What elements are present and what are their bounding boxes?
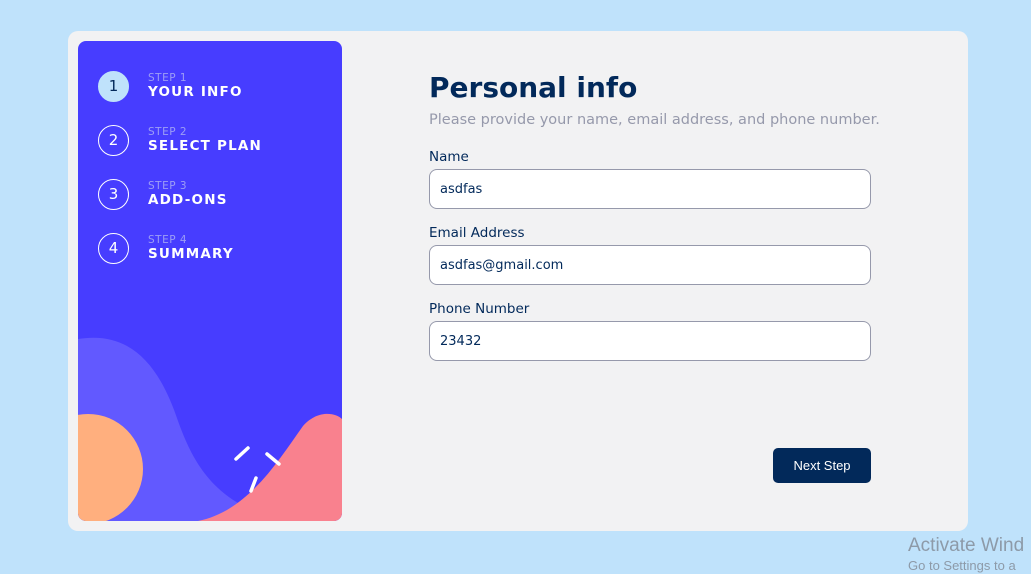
email-input[interactable] — [429, 245, 871, 285]
form-card: 1 STEP 1 YOUR INFO 2 STEP 2 SELECT PLAN … — [68, 31, 968, 531]
name-label: Name — [429, 149, 469, 165]
step-summary[interactable]: 4 STEP 4 SUMMARY — [98, 232, 262, 264]
step-add-ons[interactable]: 3 STEP 3 ADD-ONS — [98, 178, 262, 210]
page-subtitle: Please provide your name, email address,… — [429, 112, 880, 128]
step-number: 4 — [98, 232, 129, 264]
phone-input[interactable] — [429, 321, 871, 361]
email-field-group: Email Address — [429, 225, 871, 285]
name-field-group: Name — [429, 149, 871, 209]
steps-list: 1 STEP 1 YOUR INFO 2 STEP 2 SELECT PLAN … — [98, 70, 263, 287]
watermark-subtitle: Go to Settings to a — [908, 558, 1016, 573]
step-name: SUMMARY — [148, 246, 234, 262]
phone-field-group: Phone Number — [429, 301, 871, 361]
watermark-title: Activate Wind — [908, 535, 1025, 556]
step-number: 3 — [98, 178, 129, 210]
email-label: Email Address — [429, 225, 525, 241]
step-number: 1 — [98, 70, 129, 102]
step-name: SELECT PLAN — [148, 138, 263, 154]
name-input[interactable] — [429, 169, 871, 209]
next-step-button[interactable]: Next Step — [773, 448, 871, 483]
steps-sidebar: 1 STEP 1 YOUR INFO 2 STEP 2 SELECT PLAN … — [78, 41, 342, 521]
step-select-plan[interactable]: 2 STEP 2 SELECT PLAN — [98, 124, 263, 156]
step-number: 2 — [98, 124, 129, 156]
activation-watermark: Activate Wind Go to Settings to a — [908, 536, 1024, 574]
step-label: STEP 4 — [148, 234, 188, 246]
step-label: STEP 2 — [148, 126, 188, 138]
step-label: STEP 3 — [148, 180, 188, 192]
phone-label: Phone Number — [429, 301, 530, 317]
step-label: STEP 1 — [148, 72, 188, 84]
step-name: ADD-ONS — [148, 192, 228, 208]
step-your-info[interactable]: 1 STEP 1 YOUR INFO — [98, 70, 262, 102]
step-name: YOUR INFO — [148, 84, 243, 100]
page-title: Personal info — [429, 71, 638, 104]
